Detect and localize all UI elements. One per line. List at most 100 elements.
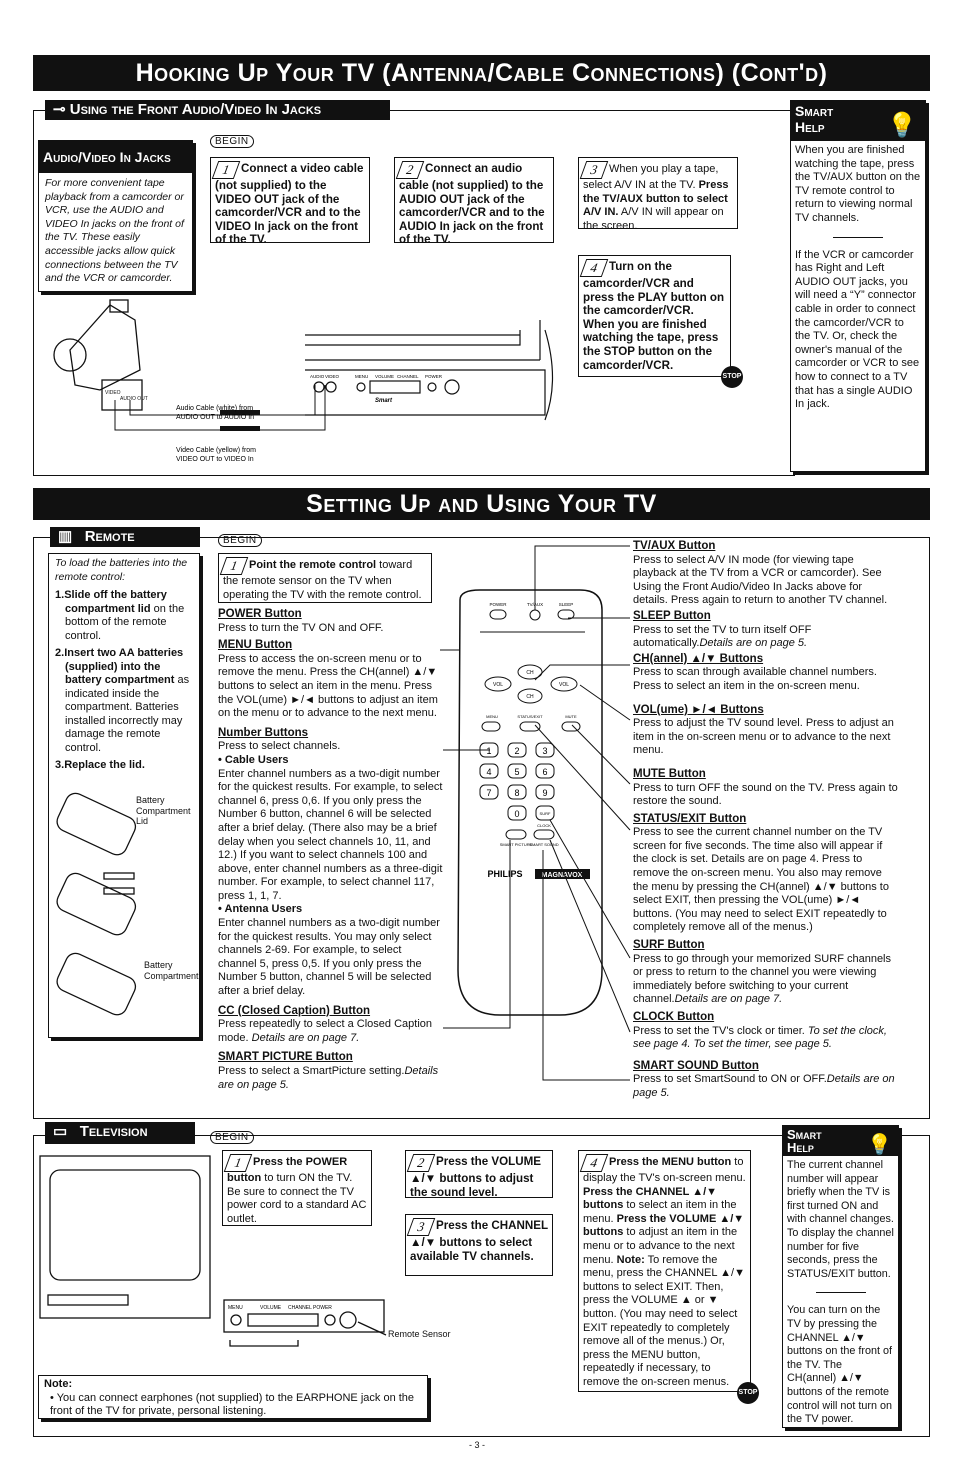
button-heading: STATUS/EXIT Button: [633, 812, 747, 825]
button-text: Press to turn OFF the sound on the TV. P…: [633, 782, 898, 809]
step-number: 1: [211, 161, 241, 179]
panel-volume-label: VOLUME: [260, 1305, 282, 1311]
ch-up-label: CH: [526, 670, 534, 676]
button-text: Press to adjust the TV sound level. Pres…: [633, 717, 898, 758]
button-heading: SURF Button: [633, 939, 705, 952]
panel-channel-label: CHANNEL: [288, 1305, 312, 1311]
tv-step-3: 3 Press the CHANNEL ▲/▼ buttons to select…: [405, 1214, 553, 1276]
step-number: 1: [223, 1154, 253, 1172]
button-heading: SMART SOUND Button: [633, 1059, 759, 1072]
description: Press to turn OFF the sound on the TV. P…: [633, 781, 898, 808]
description: Press to select A/V IN mode (for viewing…: [633, 553, 888, 607]
step-number: 1: [219, 557, 249, 575]
step-bold: Point the remote control: [249, 559, 377, 571]
button-text: Press to go through your memorized SURF …: [633, 953, 898, 1007]
button-heading: CC (Closed Caption) Button: [218, 1004, 371, 1017]
cable-plug-icon: ⊸: [53, 101, 70, 118]
description: Press to access the on-screen menu or to…: [218, 652, 438, 720]
button-heading: MUTE Button: [633, 767, 706, 780]
stop-sign-icon: STOP: [737, 1382, 759, 1404]
smart-sound-button[interactable]: [533, 829, 555, 840]
button-description: CH(annel) ▲/▼ Buttons Press to scan throu…: [633, 653, 898, 694]
camcorder-illustration: [53, 299, 143, 411]
sub-heading: • Antenna Users: [218, 903, 303, 916]
smart-help-text-1: When you are finished watching the tape,…: [795, 144, 921, 224]
smart-help-text-2: If the VCR or camcorder has Right and Le…: [795, 248, 920, 411]
text-run: Turn on the camcorder/VCR and press the …: [583, 260, 725, 372]
video-cable-label-2: VIDEO OUT to VIDEO In: [176, 456, 254, 463]
audio-cable-label: Audio Cable (white) from: [176, 405, 253, 412]
hookup-step-4: 4 Turn on the camcorder/VCR and press the…: [578, 255, 731, 377]
step-number: 3: [406, 1218, 436, 1236]
description: Press to select channels.: [218, 740, 341, 753]
step-bold: Replace the lid.: [64, 759, 145, 772]
smart-picture-button[interactable]: [505, 829, 527, 840]
text-run: VIDEO In: [215, 219, 265, 233]
cam-audio-jack-label: AUDIO OUT: [120, 396, 148, 402]
number-label: 7: [486, 788, 491, 798]
status-exit-button[interactable]: [519, 721, 541, 732]
tv-jack-video: VIDEO: [325, 374, 340, 379]
front-av-section-title: ⊸ Using the Front Audio/Video In Jacks: [45, 100, 390, 120]
tv-brand: Smart: [375, 398, 393, 404]
number-label: 3: [542, 746, 547, 756]
page-number: - 3 -: [468, 1440, 485, 1450]
panel-menu-label: MENU: [228, 1305, 243, 1311]
sleep-button[interactable]: [557, 609, 575, 620]
button-description: CLOCK Button Press to set the TV's clock …: [633, 1011, 898, 1052]
number-label: 5: [514, 767, 519, 777]
button-description: STATUS/EXIT Button Press to see the curre…: [633, 813, 898, 935]
button-description: CC (Closed Caption) Button Press repeated…: [218, 1005, 443, 1046]
number-label: 9: [542, 788, 547, 798]
tv-step-4: 4 Press the MENU button to display the TV…: [578, 1150, 751, 1392]
note-box: Note: • You can connect earphones (not s…: [38, 1375, 428, 1419]
number-label: 6: [542, 767, 547, 777]
button-heading: Number Buttons: [218, 726, 309, 739]
button-text: Press to select A/V IN mode (for viewing…: [633, 554, 898, 608]
button-text: Press to access the on-screen menu or to…: [218, 653, 443, 721]
setup-banner: Setting Up and Using Your TV: [33, 488, 930, 520]
step-number: 4: [579, 259, 609, 277]
page-reference: Details are on page 5.: [699, 637, 808, 650]
step-number: 2.: [55, 647, 65, 660]
battery-compartment-label: Battery Compartment: [144, 960, 199, 981]
menu-button[interactable]: [481, 721, 501, 732]
button-text: Press to set SmartSound to ON or OFF.Det…: [633, 1073, 898, 1100]
button-description: POWER Button Press to turn the TV ON and …: [218, 608, 443, 635]
power-label: POWER: [489, 602, 507, 607]
clock-label: CLOCK: [537, 823, 551, 828]
video-cable: [220, 426, 260, 431]
tv-illustration: [305, 320, 554, 421]
connection-diagram: VIDEOAUDIO OUT Audio Cable (white) from …: [53, 299, 554, 463]
remote-title-text: Remote: [84, 528, 135, 545]
button-text: Press to select a SmartPicture setting.D…: [218, 1065, 443, 1092]
button-description: Number Buttons Press to select channels. •…: [218, 727, 443, 999]
button-heading: POWER Button: [218, 608, 302, 620]
television-title-text: Television: [79, 1123, 148, 1140]
step-number: 2: [406, 1154, 436, 1172]
power-button[interactable]: [489, 609, 507, 620]
audio-cable-label-2: AUDIO OUT to AUDIO In: [176, 414, 254, 421]
tv-aux-button[interactable]: [529, 609, 541, 621]
intro-title: Audio/Video In Jacks: [39, 141, 192, 173]
panel-power-label: POWER: [313, 1305, 332, 1311]
battery-step: 1.Slide off the battery compartment lid …: [55, 589, 193, 643]
sub-text: Enter channel numbers as a two-digit num…: [218, 917, 440, 998]
mute-button[interactable]: [561, 721, 581, 732]
step-number: 3.: [55, 759, 65, 772]
description: Press to turn the TV ON and OFF.: [218, 621, 384, 634]
text-run: Press the MENU button: [609, 1156, 732, 1168]
tv-aux-label: TV/AUX: [527, 602, 543, 607]
remote-illustration: POWER TV/AUX SLEEP CH CH VOL VOL MENU STATUS/EXI…: [457, 589, 603, 1016]
button-heading: TV/AUX Button: [633, 540, 716, 552]
smart-sound-label: SMART SOUND: [529, 842, 559, 847]
page-reference: Details are on page 7.: [674, 993, 783, 1006]
remote-step-1: 1 Point the remote control toward the rem…: [218, 553, 432, 603]
sub-heading: • Cable Users: [218, 753, 289, 766]
begin-label: BEGIN: [210, 1131, 254, 1144]
button-text: Press to set the TV's clock or timer. To…: [633, 1025, 898, 1052]
button-description: SURF Button Press to go through your memo…: [633, 939, 898, 1007]
tv-step-1: 1 Press the POWER button to turn ON the T…: [222, 1150, 372, 1226]
button-description: SMART PICTURE Button Press to select a Sm…: [218, 1051, 443, 1092]
button-text: Press to scan through available channel …: [633, 666, 898, 693]
